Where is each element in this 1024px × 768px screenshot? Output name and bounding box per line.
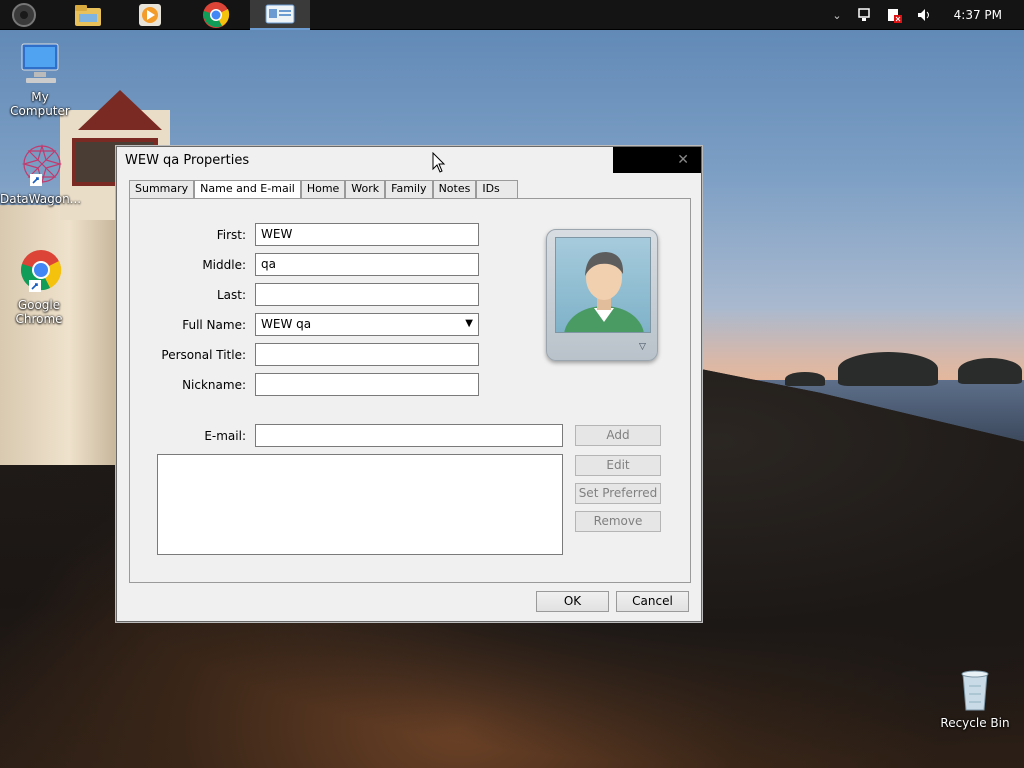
close-button[interactable]: ✕ — [613, 147, 701, 173]
taskbar-file-explorer[interactable] — [58, 0, 118, 30]
personal-title-label: Personal Title: — [161, 348, 246, 362]
chevron-down-icon[interactable]: ▽ — [639, 342, 646, 352]
action-center-icon[interactable] — [886, 7, 902, 23]
desktop-icon-recycle-bin[interactable]: Recycle Bin — [935, 666, 1015, 730]
tab-summary[interactable]: Summary — [129, 180, 195, 198]
mouse-cursor-icon — [432, 152, 446, 173]
full-name-value: WEW qa — [261, 317, 312, 331]
clock[interactable]: 4:37 PM — [954, 8, 1002, 22]
island — [958, 358, 1022, 384]
chrome-icon — [203, 2, 230, 28]
desktop-icon-google-chrome[interactable]: Google Chrome — [0, 248, 79, 326]
full-name-label: Full Name: — [182, 318, 246, 332]
lighthouse-wall — [0, 205, 115, 465]
chrome-icon — [15, 248, 63, 296]
nickname-label: Nickname: — [182, 378, 246, 392]
chevron-down-icon[interactable]: ⌄ — [832, 9, 841, 22]
title-bar[interactable]: WEW qa Properties ✕ — [117, 147, 701, 175]
computer-icon — [16, 40, 64, 88]
tab-family[interactable]: Family — [385, 180, 433, 198]
system-tray: ⌄ 4:37 PM — [832, 0, 1024, 30]
taskbar-chrome[interactable] — [186, 0, 246, 30]
tab-work[interactable]: Work — [345, 180, 386, 198]
datawagon-icon — [16, 142, 64, 190]
tab-ids[interactable]: IDs — [476, 180, 519, 198]
tab-panel: First: WEW Middle: qa Last: Full Name: W… — [129, 198, 691, 583]
desktop-icon-my-computer[interactable]: My Computer — [0, 40, 80, 118]
contact-picture-button[interactable]: ▽ — [546, 229, 658, 361]
media-player-icon — [139, 4, 161, 26]
network-icon[interactable] — [856, 7, 872, 23]
island — [785, 372, 825, 386]
contact-avatar-icon — [555, 237, 651, 333]
properties-dialog: WEW qa Properties ✕ Summary Name and E-m… — [116, 146, 702, 622]
taskbar: ⌄ 4:37 PM — [0, 0, 1024, 30]
contact-card-icon — [265, 4, 295, 24]
dialog-title: WEW qa Properties — [125, 153, 250, 168]
folder-icon — [75, 5, 101, 26]
full-name-dropdown[interactable]: WEW qa ▼ — [255, 313, 479, 336]
desktop-icon-label: Recycle Bin — [940, 716, 1010, 730]
cancel-button[interactable]: Cancel — [616, 591, 689, 612]
tab-home[interactable]: Home — [300, 180, 346, 198]
middle-name-input[interactable]: qa — [255, 253, 479, 276]
first-name-input[interactable]: WEW — [255, 223, 479, 246]
add-email-button[interactable]: Add — [575, 425, 661, 446]
start-button[interactable] — [0, 0, 48, 30]
personal-title-input[interactable] — [255, 343, 479, 366]
last-name-input[interactable] — [255, 283, 479, 306]
dropdown-arrow-icon: ▼ — [465, 318, 473, 329]
recycle-bin-icon — [951, 666, 999, 714]
tab-strip: Summary Name and E-mail Home Work Family… — [129, 180, 519, 199]
middle-label: Middle: — [202, 258, 246, 272]
nickname-input[interactable] — [255, 373, 479, 396]
volume-icon[interactable] — [916, 7, 932, 23]
email-label: E-mail: — [204, 429, 246, 443]
tab-notes[interactable]: Notes — [432, 180, 477, 198]
taskbar-media-player[interactable] — [120, 0, 180, 30]
edit-email-button[interactable]: Edit — [575, 455, 661, 476]
desktop-icon-label: DataWagon... — [0, 192, 82, 206]
island — [838, 352, 938, 386]
ok-button[interactable]: OK — [536, 591, 609, 612]
desktop-icon-label: My Computer — [10, 90, 70, 118]
email-list[interactable] — [157, 454, 563, 555]
desktop-icon-label: Google Chrome — [15, 298, 63, 326]
remove-email-button[interactable]: Remove — [575, 511, 661, 532]
start-orb-icon — [12, 3, 36, 27]
last-label: Last: — [216, 288, 246, 302]
taskbar-contacts[interactable] — [250, 0, 310, 30]
tab-name-and-email[interactable]: Name and E-mail — [194, 180, 301, 199]
set-preferred-button[interactable]: Set Preferred — [575, 483, 661, 504]
first-label: First: — [216, 228, 246, 242]
close-icon: ✕ — [677, 152, 689, 168]
email-input[interactable] — [255, 424, 563, 447]
desktop-icon-datawagon[interactable]: DataWagon... — [0, 142, 82, 206]
